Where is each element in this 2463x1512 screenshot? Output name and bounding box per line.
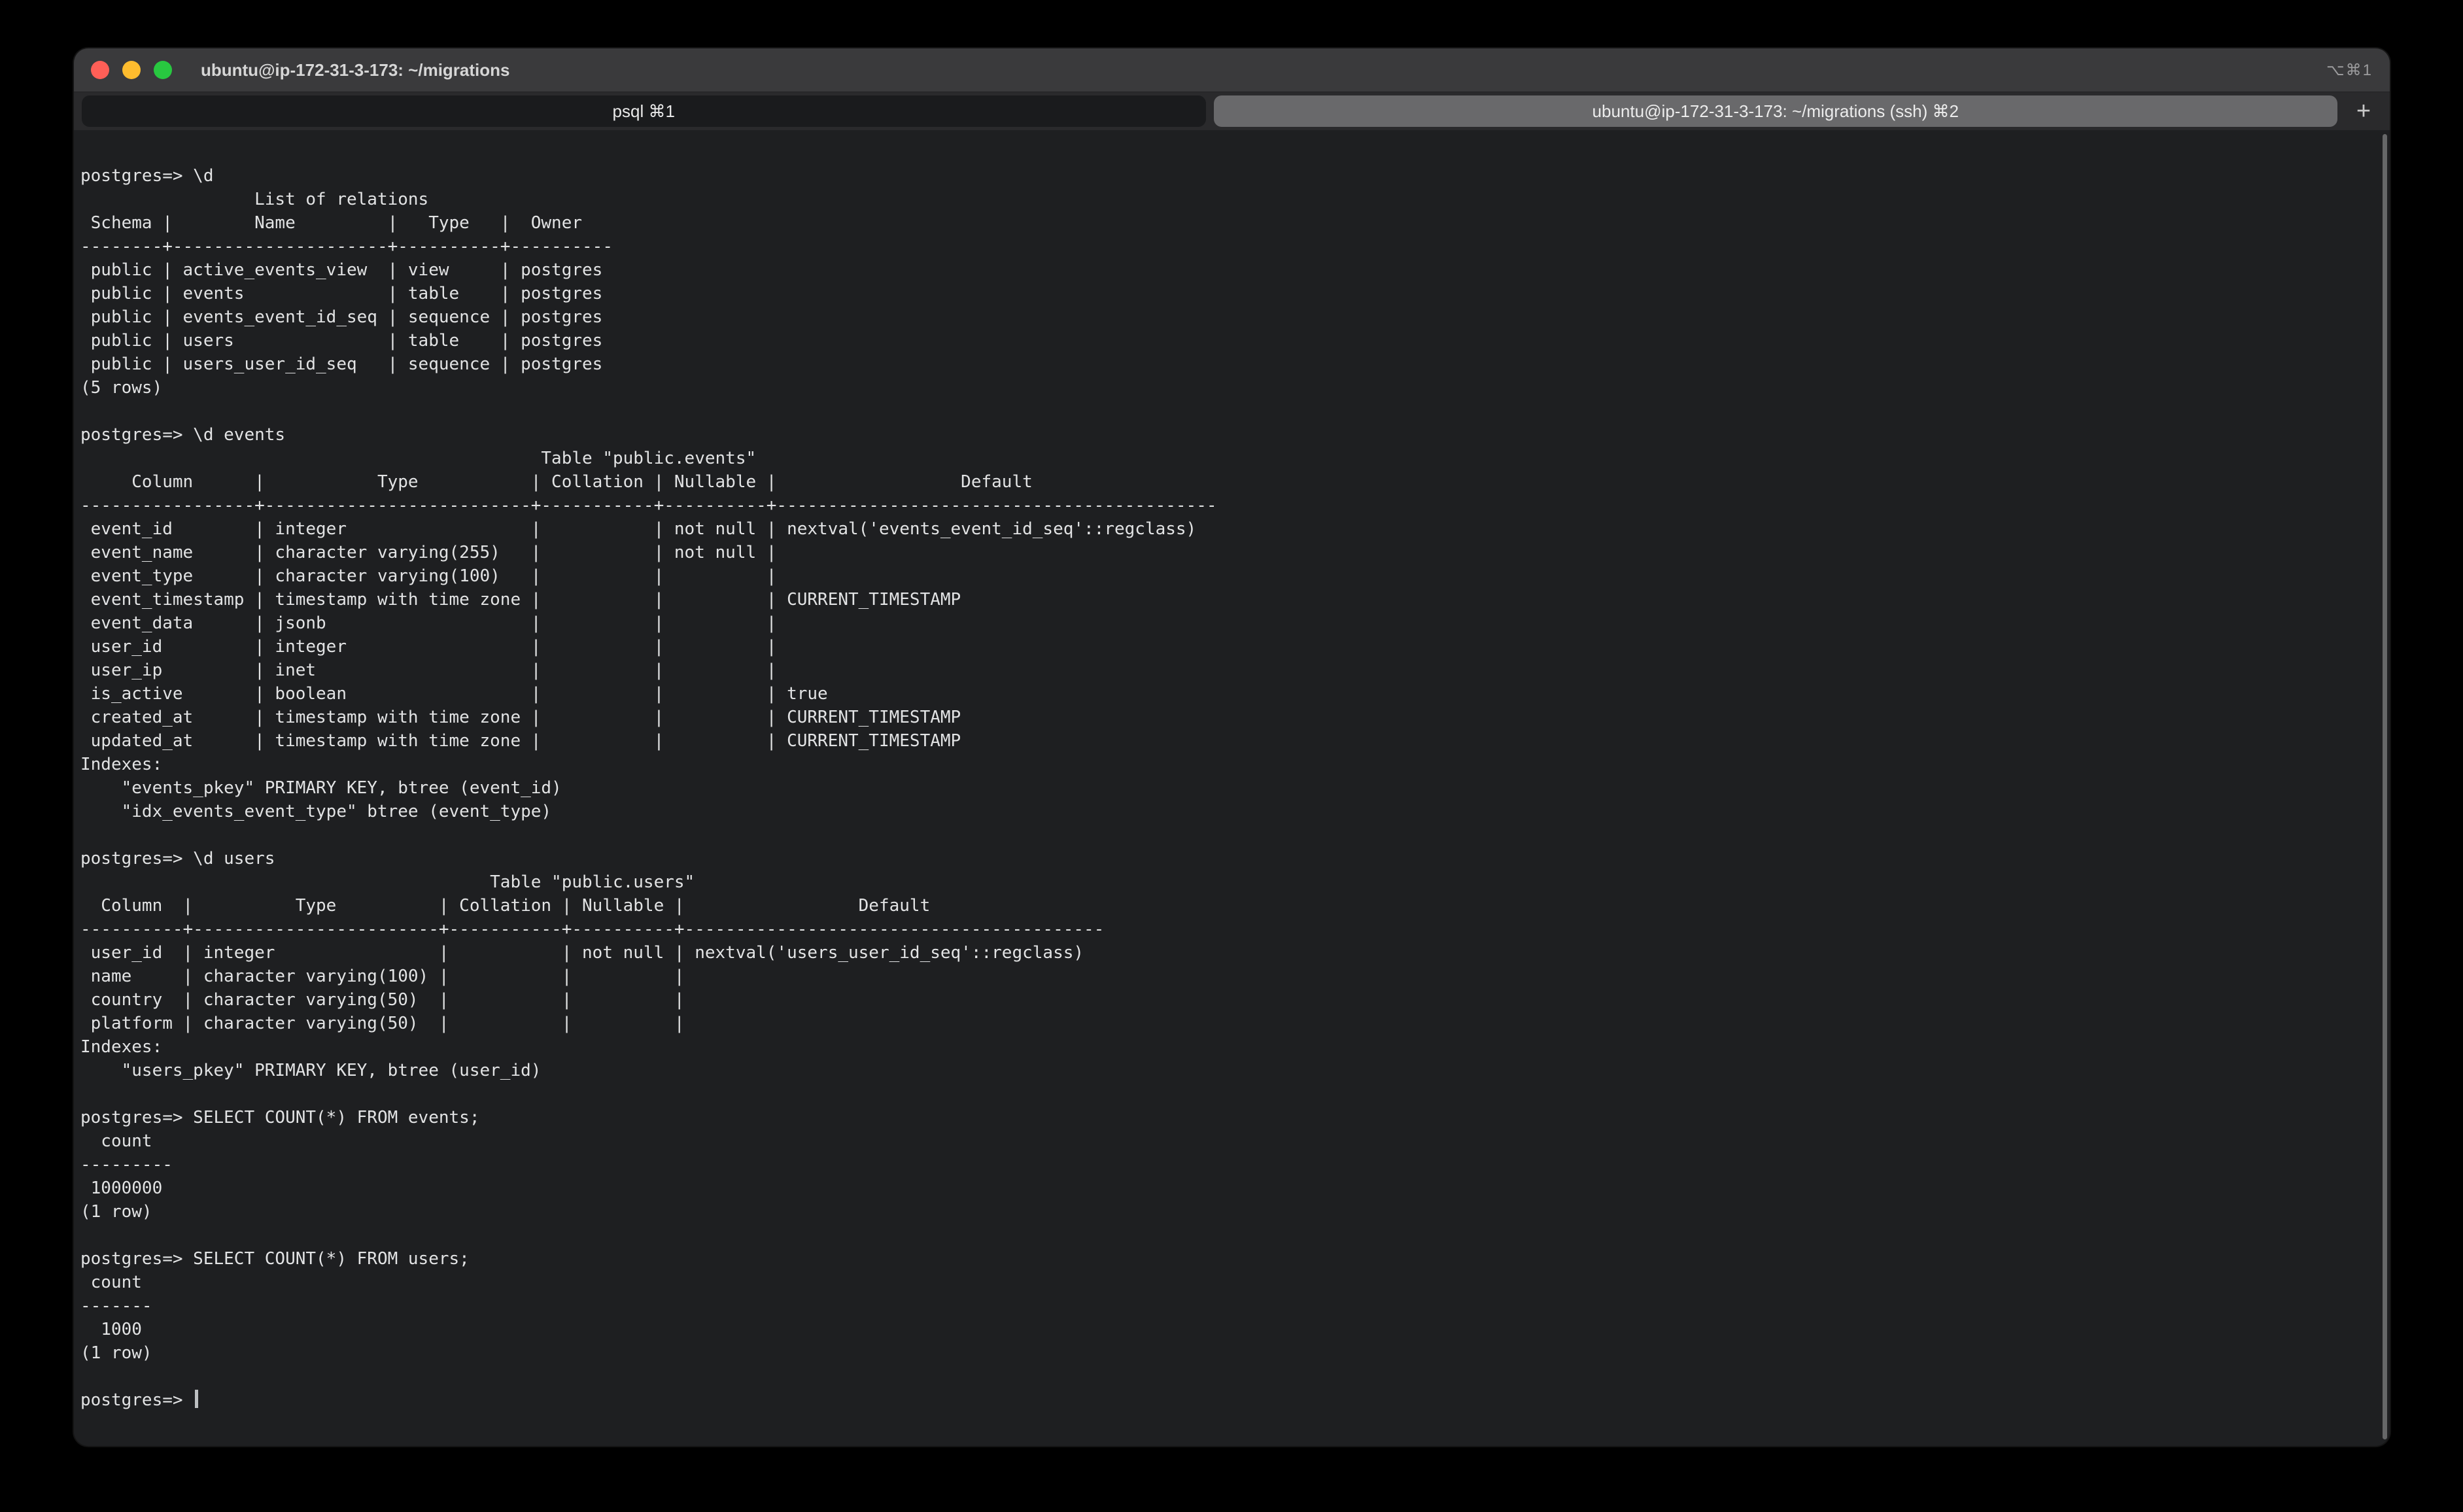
- tab-bar: psql ⌘1 ubuntu@ip-172-31-3-173: ~/migrat…: [74, 92, 2390, 130]
- tab-psql[interactable]: psql ⌘1: [82, 95, 1206, 127]
- scrollbar-thumb[interactable]: [2383, 134, 2387, 1439]
- window-title: ubuntu@ip-172-31-3-173: ~/migrations: [201, 60, 510, 80]
- terminal-window: ubuntu@ip-172-31-3-173: ~/migrations ⌥⌘1…: [74, 48, 2390, 1446]
- terminal-content-area[interactable]: postgres=> \d List of relations Schema |…: [74, 130, 2390, 1446]
- terminal-scrollback: postgres=> \d List of relations Schema |…: [80, 166, 1217, 1363]
- minimize-button[interactable]: [122, 61, 141, 79]
- titlebar-shortcut-label: ⌥⌘1: [2326, 61, 2373, 80]
- shell-prompt: postgres=>: [80, 1390, 193, 1410]
- tab-ssh-migrations[interactable]: ubuntu@ip-172-31-3-173: ~/migrations (ss…: [1214, 95, 2338, 127]
- terminal-output: postgres=> \d List of relations Schema |…: [80, 164, 2390, 1412]
- zoom-button[interactable]: [154, 61, 172, 79]
- window-titlebar[interactable]: ubuntu@ip-172-31-3-173: ~/migrations ⌥⌘1: [74, 48, 2390, 92]
- text-cursor: [195, 1390, 198, 1408]
- traffic-lights: [91, 61, 172, 79]
- close-button[interactable]: [91, 61, 109, 79]
- new-tab-button[interactable]: +: [2345, 95, 2382, 127]
